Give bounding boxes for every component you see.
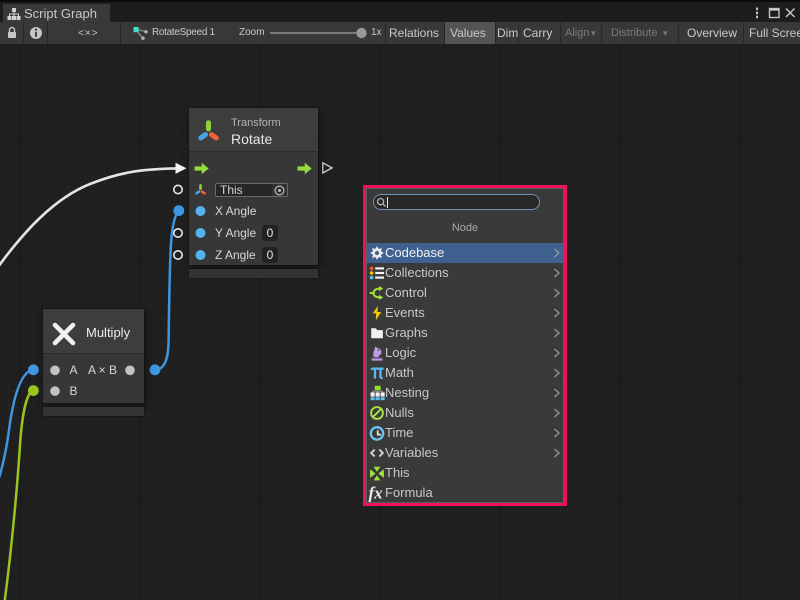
svg-text:fx: fx: [368, 483, 383, 502]
